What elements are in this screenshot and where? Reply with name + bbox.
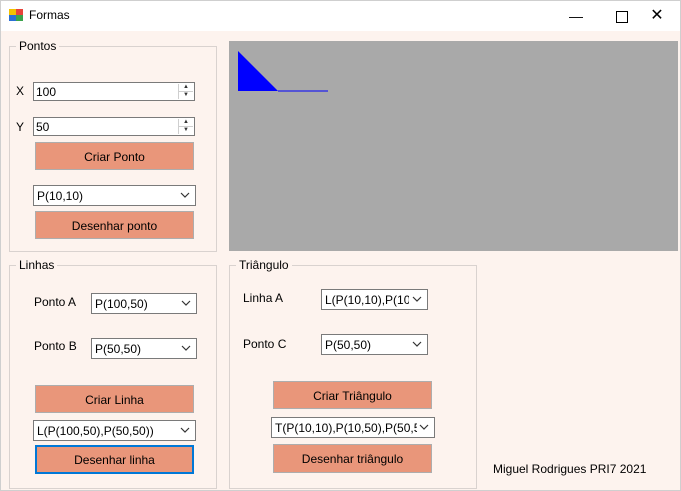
criar-ponto-button[interactable]: Criar Ponto [35,142,194,170]
triangulo-select[interactable]: T(P(10,10),P(10,50),P(50,50)) [271,417,435,438]
main-window: Formas — ✕ Pontos X 100 ▲ ▼ Y 50 ▲ ▼ Criar… [0,0,681,491]
linha-a-value: L(P(10,10),P(10,5 [325,293,409,307]
drawing-canvas[interactable] [229,41,678,251]
chevron-down-icon[interactable] [178,188,192,202]
canvas-drawing [238,51,328,92]
ponto-c-value: P(50,50) [325,338,372,352]
desenhar-ponto-button[interactable]: Desenhar ponto [35,211,194,239]
linha-a-label: Linha A [243,291,284,305]
chevron-down-icon[interactable] [179,341,193,355]
desenhar-triangulo-label: Desenhar triângulo [301,452,404,466]
triangle-shape [238,51,278,91]
criar-triangulo-label: Criar Triângulo [313,389,392,403]
desenhar-triangulo-button[interactable]: Desenhar triângulo [273,444,432,473]
ponto-c-label: Ponto C [243,337,287,351]
desenhar-linha-button[interactable]: Desenhar linha [35,445,194,474]
ponto-c-select[interactable]: P(50,50) [321,334,428,355]
ponto-b-select[interactable]: P(50,50) [91,338,197,359]
criar-linha-label: Criar Linha [85,393,144,407]
criar-linha-button[interactable]: Criar Linha [35,385,194,413]
app-icon [9,9,23,21]
spin-up-icon[interactable]: ▲ [179,84,193,92]
window-title: Formas [29,8,70,22]
pontos-group-label: Pontos [16,39,60,53]
spin-up-icon[interactable]: ▲ [179,119,193,127]
chevron-down-icon[interactable] [410,292,424,306]
spin-down-icon[interactable]: ▼ [179,92,193,99]
x-value: 100 [36,85,57,99]
linha-select-value: L(P(100,50),P(50,50)) [37,424,154,438]
x-input[interactable]: 100 ▲ ▼ [33,82,195,101]
title-bar[interactable]: Formas — ✕ [1,1,680,31]
chevron-down-icon[interactable] [179,296,193,310]
triangulo-select-value: T(P(10,10),P(10,50),P(50,50)) [275,421,417,435]
ponto-a-select[interactable]: P(100,50) [91,293,197,314]
triangulo-group-label: Triângulo [236,258,292,272]
desenhar-linha-label: Desenhar linha [74,453,155,467]
author-credit: Miguel Rodrigues PRI7 2021 [493,462,647,476]
chevron-down-icon[interactable] [410,337,424,351]
criar-triangulo-button[interactable]: Criar Triângulo [273,381,432,409]
minimize-icon[interactable]: — [553,1,599,31]
y-value: 50 [36,120,50,134]
spin-down-icon[interactable]: ▼ [179,127,193,134]
desenhar-ponto-label: Desenhar ponto [71,219,158,233]
y-label: Y [16,120,25,134]
chevron-down-icon[interactable] [417,420,431,434]
ponto-b-label: Ponto B [34,339,77,353]
y-spinner[interactable]: ▲ ▼ [178,119,193,134]
close-icon[interactable]: ✕ [634,1,680,31]
x-label: X [16,84,25,98]
ponto-b-value: P(50,50) [95,342,142,356]
linha-select[interactable]: L(P(100,50),P(50,50)) [33,420,196,441]
ponto-select-value: P(10,10) [37,189,84,203]
x-spinner[interactable]: ▲ ▼ [178,84,193,99]
ponto-select[interactable]: P(10,10) [33,185,196,206]
linha-a-select[interactable]: L(P(10,10),P(10,5 [321,289,428,310]
ponto-a-value: P(100,50) [95,297,148,311]
ponto-a-label: Ponto A [34,295,77,309]
y-input[interactable]: 50 ▲ ▼ [33,117,195,136]
linhas-group-label: Linhas [16,258,58,272]
chevron-down-icon[interactable] [178,423,192,437]
criar-ponto-label: Criar Ponto [84,150,145,164]
